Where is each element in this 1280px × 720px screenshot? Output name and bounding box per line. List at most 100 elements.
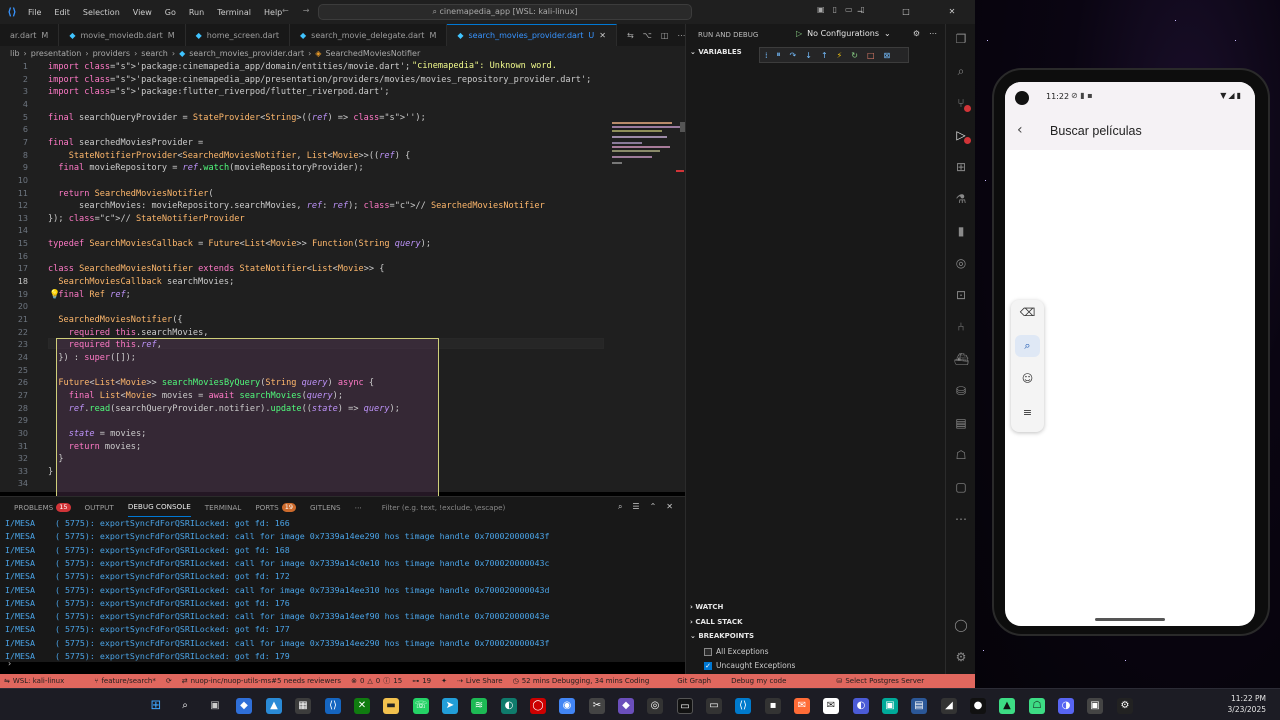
code-line[interactable]: StateNotifierProvider<SearchedMoviesNoti…: [48, 150, 411, 163]
breadcrumb-item[interactable]: SearchedMoviesNotifier: [325, 49, 420, 58]
step-over-icon[interactable]: ↷: [790, 51, 797, 60]
menu-view[interactable]: View: [133, 8, 152, 17]
windows-start-icon[interactable]: ⊞: [148, 698, 164, 714]
postman-icon[interactable]: ✉: [794, 698, 810, 714]
start-debugging-icon[interactable]: ▷: [796, 29, 802, 38]
code-line[interactable]: typedef SearchMoviesCallback = Future<Li…: [48, 238, 431, 251]
code-line[interactable]: required this.searchMovies,: [48, 327, 209, 340]
line-number[interactable]: 32: [0, 453, 28, 466]
android-studio-icon[interactable]: ▲: [999, 698, 1015, 714]
pause-icon[interactable]: ⏸: [777, 50, 781, 60]
gesture-home-bar[interactable]: [1095, 618, 1165, 621]
clear-console-icon[interactable]: ☰: [632, 502, 639, 512]
manage-gear-icon[interactable]: ⚙: [954, 650, 968, 664]
step-out-icon[interactable]: ↑: [821, 51, 828, 60]
tab-output[interactable]: OUTPUT: [85, 497, 114, 517]
app-blue-icon[interactable]: ▤: [911, 698, 927, 714]
sql-icon[interactable]: ▤: [954, 416, 968, 430]
line-number[interactable]: 17: [0, 263, 28, 276]
close-tab-icon[interactable]: ✕: [599, 31, 606, 40]
time-tracking-indicator[interactable]: ◷ 52 mins Debugging, 34 mins Coding: [513, 677, 650, 685]
edge-icon[interactable]: ◐: [501, 698, 517, 714]
code-line[interactable]: final Ref ref;: [48, 289, 131, 302]
file-explorer-icon[interactable]: ▬: [383, 698, 399, 714]
code-line[interactable]: final searchedMoviesProvider =: [48, 137, 203, 150]
code-line[interactable]: import class="s">'package:cinemapedia_ap…: [48, 74, 591, 87]
remote-indicator[interactable]: ⇋ WSL: kali-linux: [4, 677, 64, 685]
line-number[interactable]: 10: [0, 175, 28, 188]
app-green-icon[interactable]: ▣: [882, 698, 898, 714]
code-line[interactable]: return movies;: [48, 441, 141, 454]
lightbulb-icon[interactable]: 💡: [49, 290, 60, 300]
line-number[interactable]: 4: [0, 99, 28, 112]
live-share-indicator[interactable]: ⇢ Live Share: [457, 677, 503, 685]
line-number[interactable]: 21: [0, 314, 28, 327]
source-control-icon[interactable]: ⑂: [954, 96, 971, 112]
whatsapp-icon[interactable]: ☏: [413, 698, 429, 714]
ports-indicator[interactable]: ⊶ 19: [412, 677, 431, 685]
forward-arrow-icon[interactable]: →: [303, 6, 310, 15]
tray-app-icon[interactable]: ▣: [1087, 698, 1103, 714]
mail-icon[interactable]: ✉: [823, 698, 839, 714]
menu-terminal[interactable]: Terminal: [217, 8, 251, 17]
discord-alt-icon[interactable]: ◑: [1058, 698, 1074, 714]
line-number[interactable]: 1: [0, 61, 28, 74]
bookmarks-icon[interactable]: ▮: [954, 224, 968, 238]
code-line[interactable]: }: [48, 453, 63, 466]
back-arrow-icon[interactable]: ←: [282, 6, 289, 15]
breadcrumb-item[interactable]: search: [141, 49, 168, 58]
menu-selection[interactable]: Selection: [83, 8, 120, 17]
system-clock[interactable]: 11:22 PM 3/23/2025: [1228, 693, 1266, 715]
search-icon[interactable]: ⌕: [177, 698, 193, 714]
breadcrumb-item[interactable]: search_movies_provider.dart: [189, 49, 304, 58]
line-number[interactable]: 20: [0, 301, 28, 314]
pull-request-indicator[interactable]: ⇄ nuop-inc/nuop-utils-ms#5 needs reviewer…: [182, 677, 341, 685]
line-number[interactable]: 30: [0, 428, 28, 441]
close-panel-icon[interactable]: ✕: [666, 502, 673, 512]
extensions-icon[interactable]: ⊞: [954, 160, 968, 174]
line-number[interactable]: 11: [0, 188, 28, 201]
close-window-button[interactable]: ✕: [929, 0, 975, 24]
accounts-icon[interactable]: ◯: [954, 618, 968, 632]
uncaught-exceptions-checkbox[interactable]: ✓ Uncaught Exceptions: [704, 661, 795, 670]
github-icon[interactable]: ◎: [647, 698, 663, 714]
app-circle-icon[interactable]: ●: [970, 698, 986, 714]
search-icon[interactable]: ⌕: [954, 64, 968, 78]
app-icon[interactable]: ▪: [765, 698, 781, 714]
telegram-icon[interactable]: ➤: [442, 698, 458, 714]
search-icon[interactable]: ⌕: [618, 502, 622, 512]
line-number[interactable]: 5: [0, 112, 28, 125]
branch-indicator[interactable]: ⑂ feature/search*: [94, 677, 156, 685]
code-line[interactable]: return SearchedMoviesNotifier(: [48, 188, 213, 201]
menu-help[interactable]: Help: [264, 8, 282, 17]
split-editor-icon[interactable]: ◫: [661, 31, 669, 40]
emoji-icon[interactable]: ☺: [1011, 372, 1044, 385]
line-number[interactable]: 24: [0, 352, 28, 365]
git-graph-icon[interactable]: ⑃: [954, 320, 968, 334]
code-line[interactable]: final movieRepository = ref.watch(movieR…: [48, 162, 363, 175]
line-number[interactable]: 29: [0, 415, 28, 428]
inspect-widget-icon[interactable]: ⊠: [884, 51, 891, 60]
database-icon[interactable]: ⛁: [954, 384, 968, 398]
launch-config-select[interactable]: ▷ No Configurations ⌄: [796, 29, 891, 38]
wsl-icon[interactable]: ▭: [706, 698, 722, 714]
line-number[interactable]: 3: [0, 86, 28, 99]
snipping-tool-icon[interactable]: ✂: [589, 698, 605, 714]
line-number[interactable]: 26: [0, 377, 28, 390]
breadcrumb-item[interactable]: lib: [10, 49, 20, 58]
line-number[interactable]: 6: [0, 124, 28, 137]
drag-handle-icon[interactable]: ⁞: [765, 51, 768, 60]
menu-edit[interactable]: Edit: [54, 8, 70, 17]
emulator-icon[interactable]: ☖: [1029, 698, 1045, 714]
docker-icon[interactable]: ⛴: [954, 352, 969, 366]
problems-indicator[interactable]: ⊗ 0 △ 0 ⓘ 15: [351, 676, 402, 686]
git-graph-indicator[interactable]: Git Graph: [677, 677, 711, 685]
tab-search-movies-provider[interactable]: ◆ search_movies_provider.dart U ✕: [447, 24, 617, 46]
debug-console-output[interactable]: I/MESA ( 5775): exportSyncFdForQSRILocke…: [0, 517, 685, 661]
code-line[interactable]: SearchMoviesCallback searchMovies;: [48, 276, 234, 289]
line-number[interactable]: 18: [0, 276, 28, 289]
breakpoints-section[interactable]: ⌄ BREAKPOINTS: [690, 632, 754, 640]
gear-icon[interactable]: ⚙: [913, 29, 920, 38]
tab-ports[interactable]: PORTS 19: [255, 497, 297, 517]
line-number[interactable]: 8: [0, 150, 28, 163]
